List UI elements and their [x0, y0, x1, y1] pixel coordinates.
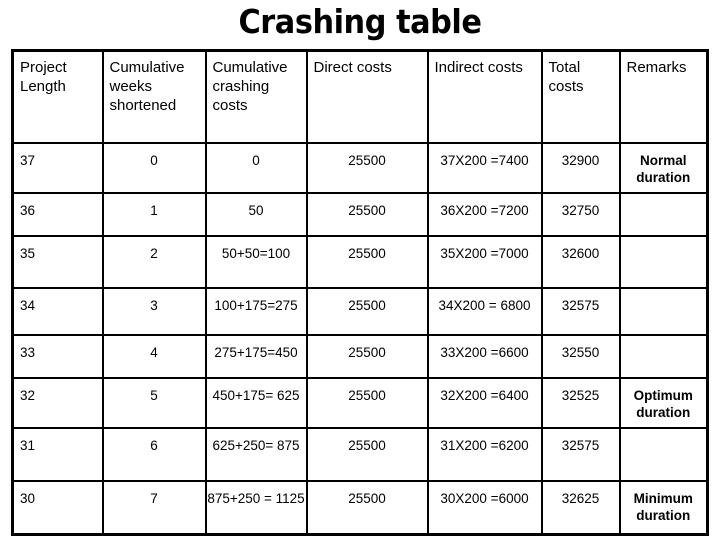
cell-crashing-costs: 875+250 = 1125 — [204, 480, 308, 536]
cell-total-costs: 32600 — [540, 235, 621, 289]
crashing-table: Project Length Cumulative weeks shortene… — [11, 49, 709, 536]
table-row: 31 6 625+250= 875 25500 31X200 =6200 32575 — [11, 427, 709, 482]
cell-weeks-shortened: 2 — [101, 235, 207, 289]
cell-weeks-shortened: 1 — [101, 192, 207, 237]
cell-weeks-shortened: 6 — [101, 427, 207, 482]
cell-total-costs: 32575 — [540, 427, 621, 482]
table-row: 37 0 0 25500 37X200 =7400 32900 Normal duratio… — [11, 142, 709, 194]
cell-weeks-shortened: 5 — [101, 377, 207, 429]
cell-project-length: 31 — [11, 427, 104, 482]
page-title: Crashing table — [238, 2, 482, 41]
cell-direct-costs: 25500 — [305, 192, 429, 237]
cell-indirect-costs: 30X200 =6000 — [426, 480, 543, 536]
cell-weeks-shortened: 3 — [101, 287, 207, 336]
cell-total-costs: 32900 — [540, 142, 621, 194]
cell-crashing-costs: 100+175=275 — [204, 287, 308, 336]
header-cumulative-crashing-costs: Cumulative crashing costs — [204, 49, 308, 144]
cell-indirect-costs: 37X200 =7400 — [426, 142, 543, 194]
cell-project-length: 37 — [11, 142, 104, 194]
cell-indirect-costs: 33X200 =6600 — [426, 334, 543, 379]
cell-indirect-costs: 31X200 =6200 — [426, 427, 543, 482]
header-row: Project Length Cumulative weeks shortene… — [11, 49, 709, 144]
cell-weeks-shortened: 7 — [101, 480, 207, 536]
cell-direct-costs: 25500 — [305, 287, 429, 336]
cell-direct-costs: 25500 — [305, 142, 429, 194]
cell-crashing-costs: 450+175= 625 — [204, 377, 308, 429]
cell-indirect-costs: 32X200 =6400 — [426, 377, 543, 429]
table-row: 34 3 100+175=275 25500 34X200 = 6800 32575 — [11, 287, 709, 336]
table-row: 35 2 50+50=100 25500 35X200 =7000 32600 — [11, 235, 709, 289]
header-total-costs: Total costs — [540, 49, 621, 144]
cell-remarks — [618, 427, 709, 482]
cell-project-length: 34 — [11, 287, 104, 336]
header-direct-costs: Direct costs — [305, 49, 429, 144]
header-remarks: Remarks — [618, 49, 709, 144]
cell-crashing-costs: 50 — [204, 192, 308, 237]
table-row: 30 7 875+250 = 1125 25500 30X200 =6000 32625 M… — [11, 480, 709, 536]
cell-remarks: Minimum duration — [618, 480, 709, 536]
cell-remarks: Optimum duration — [618, 377, 709, 429]
cell-remarks — [618, 334, 709, 379]
cell-direct-costs: 25500 — [305, 235, 429, 289]
cell-project-length: 30 — [11, 480, 104, 536]
cell-crashing-costs: 50+50=100 — [204, 235, 308, 289]
cell-crashing-costs: 625+250= 875 — [204, 427, 308, 482]
cell-remarks: Normal duration — [618, 142, 709, 194]
cell-project-length: 33 — [11, 334, 104, 379]
cell-weeks-shortened: 0 — [101, 142, 207, 194]
header-project-length: Project Length — [11, 49, 104, 144]
cell-project-length: 36 — [11, 192, 104, 237]
cell-project-length: 35 — [11, 235, 104, 289]
cell-crashing-costs: 275+175=450 — [204, 334, 308, 379]
cell-total-costs: 32750 — [540, 192, 621, 237]
cell-direct-costs: 25500 — [305, 480, 429, 536]
cell-weeks-shortened: 4 — [101, 334, 207, 379]
cell-indirect-costs: 35X200 =7000 — [426, 235, 543, 289]
cell-direct-costs: 25500 — [305, 334, 429, 379]
cell-total-costs: 32625 — [540, 480, 621, 536]
cell-total-costs: 32575 — [540, 287, 621, 336]
cell-indirect-costs: 34X200 = 6800 — [426, 287, 543, 336]
cell-indirect-costs: 36X200 =7200 — [426, 192, 543, 237]
header-cumulative-weeks-shortened: Cumulative weeks shortened — [101, 49, 207, 144]
cell-remarks — [618, 235, 709, 289]
cell-total-costs: 32550 — [540, 334, 621, 379]
cell-total-costs: 32525 — [540, 377, 621, 429]
cell-remarks — [618, 192, 709, 237]
cell-crashing-costs: 0 — [204, 142, 308, 194]
table-row: 32 5 450+175= 625 25500 32X200 =6400 32525 Opt… — [11, 377, 709, 429]
table-row: 33 4 275+175=450 25500 33X200 =6600 32550 — [11, 334, 709, 379]
header-indirect-costs: Indirect costs — [426, 49, 543, 144]
cell-direct-costs: 25500 — [305, 377, 429, 429]
cell-remarks — [618, 287, 709, 336]
table-row: 36 1 50 25500 36X200 =7200 32750 — [11, 192, 709, 237]
cell-direct-costs: 25500 — [305, 427, 429, 482]
cell-project-length: 32 — [11, 377, 104, 429]
